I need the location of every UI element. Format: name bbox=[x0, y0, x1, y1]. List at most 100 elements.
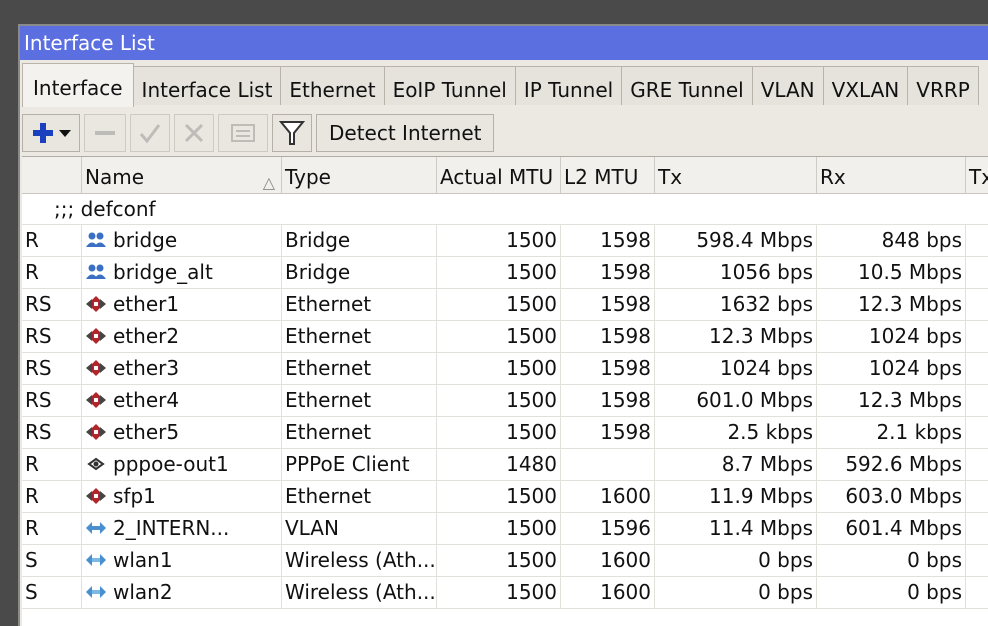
row-rx: 12.3 Mbps bbox=[817, 289, 966, 320]
row-tx-packets bbox=[966, 449, 988, 480]
ethernet-icon bbox=[85, 484, 113, 508]
row-l2-mtu: 1598 bbox=[561, 321, 655, 352]
interface-name: ether5 bbox=[113, 420, 180, 444]
row-type: Ethernet bbox=[282, 321, 437, 352]
table-row[interactable]: R 2_INTERN... VLAN 1500 1596 11.4 Mbps 601.4 M… bbox=[22, 513, 988, 545]
interface-name: ether3 bbox=[113, 356, 180, 380]
remove-icon bbox=[95, 131, 115, 135]
row-tx-packets bbox=[966, 481, 988, 512]
row-rx: 1024 bps bbox=[817, 321, 966, 352]
row-tx-packets bbox=[966, 577, 988, 608]
tab-eoip-tunnel[interactable]: EoIP Tunnel bbox=[383, 66, 516, 105]
table-row[interactable]: Swlan2 Wireless (Ath... 1500 1600 0 bps 0 bps bbox=[22, 577, 988, 609]
col-name-label: Name bbox=[85, 165, 145, 189]
row-rx: 0 bps bbox=[817, 545, 966, 576]
table-body: Rbridge Bridge 1500 1598 598.4 Mbps 848 bps Rb… bbox=[22, 225, 988, 609]
interface-name: 2_INTERN... bbox=[113, 516, 230, 540]
row-rx: 848 bps bbox=[817, 225, 966, 256]
col-rx[interactable]: Rx bbox=[817, 157, 966, 193]
table-row[interactable]: RS ether3 Ethernet 1500 1598 1024 bps 1024 bps bbox=[22, 353, 988, 385]
add-button[interactable] bbox=[22, 114, 80, 152]
interface-name: pppoe-out1 bbox=[113, 452, 229, 476]
row-l2-mtu: 1600 bbox=[561, 481, 655, 512]
table-row[interactable]: RS ether5 Ethernet 1500 1598 2.5 kbps 2.1 kbps bbox=[22, 417, 988, 449]
row-flags: RS bbox=[22, 353, 82, 384]
tab-interface-list[interactable]: Interface List bbox=[132, 66, 282, 105]
row-name: sfp1 bbox=[82, 481, 282, 512]
tab-gre-tunnel[interactable]: GRE Tunnel bbox=[621, 66, 753, 105]
row-rx: 601.4 Mbps bbox=[817, 513, 966, 544]
col-name[interactable]: Name △ bbox=[82, 157, 282, 193]
tab-vxlan[interactable]: VXLAN bbox=[822, 66, 909, 105]
window-title[interactable]: Interface List bbox=[20, 26, 988, 60]
interface-name: ether2 bbox=[113, 324, 180, 348]
tab-ip-tunnel[interactable]: IP Tunnel bbox=[514, 66, 623, 105]
row-flags: R bbox=[22, 257, 82, 288]
row-type: Ethernet bbox=[282, 385, 437, 416]
bridge-icon bbox=[85, 228, 113, 252]
row-tx-packets bbox=[966, 545, 988, 576]
row-tx: 2.5 kbps bbox=[655, 417, 817, 448]
table-row[interactable]: Rbridge Bridge 1500 1598 598.4 Mbps 848 bps bbox=[22, 225, 988, 257]
enable-button[interactable] bbox=[130, 114, 170, 152]
row-rx: 592.6 Mbps bbox=[817, 449, 966, 480]
remove-button[interactable] bbox=[84, 114, 126, 152]
disable-button[interactable] bbox=[174, 114, 214, 152]
filter-button[interactable] bbox=[272, 114, 312, 152]
row-flags: S bbox=[22, 577, 82, 608]
row-tx: 1632 bps bbox=[655, 289, 817, 320]
col-flags[interactable] bbox=[22, 157, 82, 193]
tab-interface[interactable]: Interface bbox=[22, 63, 134, 107]
row-tx: 598.4 Mbps bbox=[655, 225, 817, 256]
tab-ethernet[interactable]: Ethernet bbox=[280, 66, 385, 105]
table-row[interactable]: Rsfp1 Ethernet 1500 1600 11.9 Mbps 603.0 Mbps bbox=[22, 481, 988, 513]
row-name: 2_INTERN... bbox=[82, 513, 282, 544]
comment-button[interactable] bbox=[218, 114, 268, 152]
row-name: ether1 bbox=[82, 289, 282, 320]
row-tx-packets bbox=[966, 353, 988, 384]
row-tx: 11.4 Mbps bbox=[655, 513, 817, 544]
interface-name: bridge bbox=[113, 228, 178, 252]
tab-bar: Interface Interface List Ethernet EoIP T… bbox=[22, 63, 979, 107]
row-name: pppoe-out1 bbox=[82, 449, 282, 480]
sort-ascending-icon: △ bbox=[262, 173, 275, 192]
row-l2-mtu bbox=[561, 449, 655, 480]
row-actual-mtu: 1500 bbox=[437, 481, 561, 512]
row-tx: 12.3 Mbps bbox=[655, 321, 817, 352]
row-l2-mtu: 1596 bbox=[561, 513, 655, 544]
col-tx[interactable]: Tx bbox=[655, 157, 817, 193]
row-flags: S bbox=[22, 545, 82, 576]
filter-icon bbox=[278, 121, 306, 145]
row-type: Ethernet bbox=[282, 481, 437, 512]
row-actual-mtu: 1500 bbox=[437, 417, 561, 448]
bridge-icon bbox=[85, 260, 113, 284]
pppoe-icon bbox=[85, 452, 113, 476]
table-row[interactable]: RS ether2 Ethernet 1500 1598 12.3 Mbps 1024 bp… bbox=[22, 321, 988, 353]
tab-vlan[interactable]: VLAN bbox=[751, 66, 824, 105]
table-row[interactable]: RS ether4 Ethernet 1500 1598 601.0 Mbps 12.3 M… bbox=[22, 385, 988, 417]
row-rx: 0 bps bbox=[817, 577, 966, 608]
col-tx-packets[interactable]: Tx bbox=[966, 157, 988, 193]
row-l2-mtu: 1598 bbox=[561, 417, 655, 448]
tab-vrrp[interactable]: VRRP bbox=[907, 66, 979, 105]
table-row[interactable]: Swlan1 Wireless (Ath... 1500 1600 0 bps 0 bps bbox=[22, 545, 988, 577]
comment-icon bbox=[231, 124, 255, 142]
row-actual-mtu: 1500 bbox=[437, 257, 561, 288]
col-l2-mtu[interactable]: L2 MTU bbox=[561, 157, 655, 193]
table-row[interactable]: Rpppoe-out1 PPPoE Client 1480 8.7 Mbps 592.6… bbox=[22, 449, 988, 481]
detect-internet-button[interactable]: Detect Internet bbox=[316, 114, 495, 152]
table-row[interactable]: RS ether1 Ethernet 1500 1598 1632 bps 12.3 Mbp… bbox=[22, 289, 988, 321]
col-type[interactable]: Type bbox=[282, 157, 437, 193]
row-tx: 1024 bps bbox=[655, 353, 817, 384]
row-actual-mtu: 1500 bbox=[437, 513, 561, 544]
row-flags: RS bbox=[22, 417, 82, 448]
row-tx-packets bbox=[966, 513, 988, 544]
table-row[interactable]: Rbridge_alt Bridge 1500 1598 1056 bps 10.5 Mb… bbox=[22, 257, 988, 289]
row-actual-mtu: 1480 bbox=[437, 449, 561, 480]
row-name: ether5 bbox=[82, 417, 282, 448]
row-l2-mtu: 1598 bbox=[561, 385, 655, 416]
row-type: Ethernet bbox=[282, 353, 437, 384]
row-actual-mtu: 1500 bbox=[437, 353, 561, 384]
col-actual-mtu[interactable]: Actual MTU bbox=[437, 157, 561, 193]
row-name: wlan2 bbox=[82, 577, 282, 608]
